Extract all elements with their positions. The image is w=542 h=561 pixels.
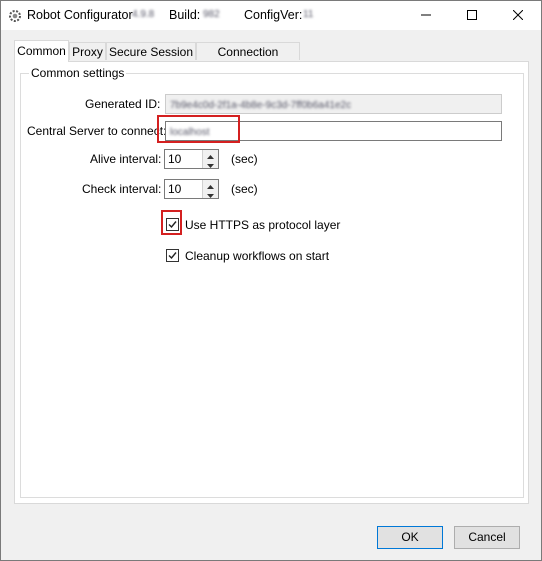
title-bar[interactable]: Robot Configurator 4.9.8 Build: 982 Conf… <box>1 1 541 30</box>
group-title: Common settings <box>29 66 127 80</box>
alive-interval-down-button[interactable] <box>203 159 218 168</box>
configver-label: ConfigVer: <box>244 8 303 22</box>
alive-interval-unit: (sec) <box>231 152 258 166</box>
check-interval-label: Check interval: <box>82 182 162 196</box>
tab-connection-settings[interactable]: Connection settings <box>196 42 300 77</box>
minimize-button[interactable] <box>403 1 449 30</box>
chevron-down-icon <box>207 187 214 201</box>
check-interval-value: 10 <box>168 182 182 196</box>
maximize-icon <box>467 9 477 23</box>
cleanup-label: Cleanup workflows on start <box>185 249 330 263</box>
cancel-button[interactable]: Cancel <box>454 526 520 549</box>
configver-value-redacted: 11 <box>303 9 314 20</box>
central-server-label: Central Server to connect: <box>27 124 167 138</box>
generated-id-field: 7b9e4c0d-2f1a-4b8e-9c3d-7ff0b6a41e2c <box>165 94 502 114</box>
robot-configurator-window: Robot Configurator 4.9.8 Build: 982 Conf… <box>0 0 542 561</box>
chevron-down-icon <box>207 157 214 171</box>
close-icon <box>512 9 524 23</box>
use-https-label: Use HTTPS as protocol layer <box>185 218 341 232</box>
check-interval-down-button[interactable] <box>203 189 218 198</box>
check-interval-stepper[interactable]: 10 <box>164 179 219 199</box>
ok-button[interactable]: OK <box>377 526 443 549</box>
tab-common[interactable]: Common <box>14 40 69 62</box>
common-tab-panel: Common settings Generated ID: 7b9e4c0d-2… <box>14 61 529 504</box>
use-https-checkbox-row[interactable]: Use HTTPS as protocol layer <box>166 218 366 234</box>
gear-icon <box>7 8 23 24</box>
build-value-redacted: 982 <box>203 9 220 20</box>
minimize-icon <box>421 9 431 23</box>
maximize-button[interactable] <box>449 1 495 30</box>
check-interval-spin-buttons <box>202 180 218 198</box>
window-version-redacted: 4.9.8 <box>132 9 155 20</box>
alive-interval-spin-buttons <box>202 150 218 168</box>
alive-interval-value: 10 <box>168 152 182 166</box>
generated-id-value: 7b9e4c0d-2f1a-4b8e-9c3d-7ff0b6a41e2c <box>170 100 352 111</box>
alive-interval-stepper[interactable]: 10 <box>164 149 219 169</box>
build-label: Build: <box>169 8 201 22</box>
alive-interval-label: Alive interval: <box>90 152 162 166</box>
tab-secure-session[interactable]: Secure Session <box>106 42 196 60</box>
central-server-highlight <box>157 115 240 143</box>
cleanup-checkbox-row[interactable]: Cleanup workflows on start <box>166 249 366 265</box>
generated-id-label: Generated ID: <box>85 97 161 111</box>
close-button[interactable] <box>495 1 541 30</box>
window-title: Robot Configurator <box>27 8 133 22</box>
cleanup-checkbox[interactable] <box>166 249 179 262</box>
use-https-highlight <box>161 210 182 235</box>
check-interval-unit: (sec) <box>231 182 258 196</box>
tab-proxy[interactable]: Proxy <box>69 42 106 60</box>
